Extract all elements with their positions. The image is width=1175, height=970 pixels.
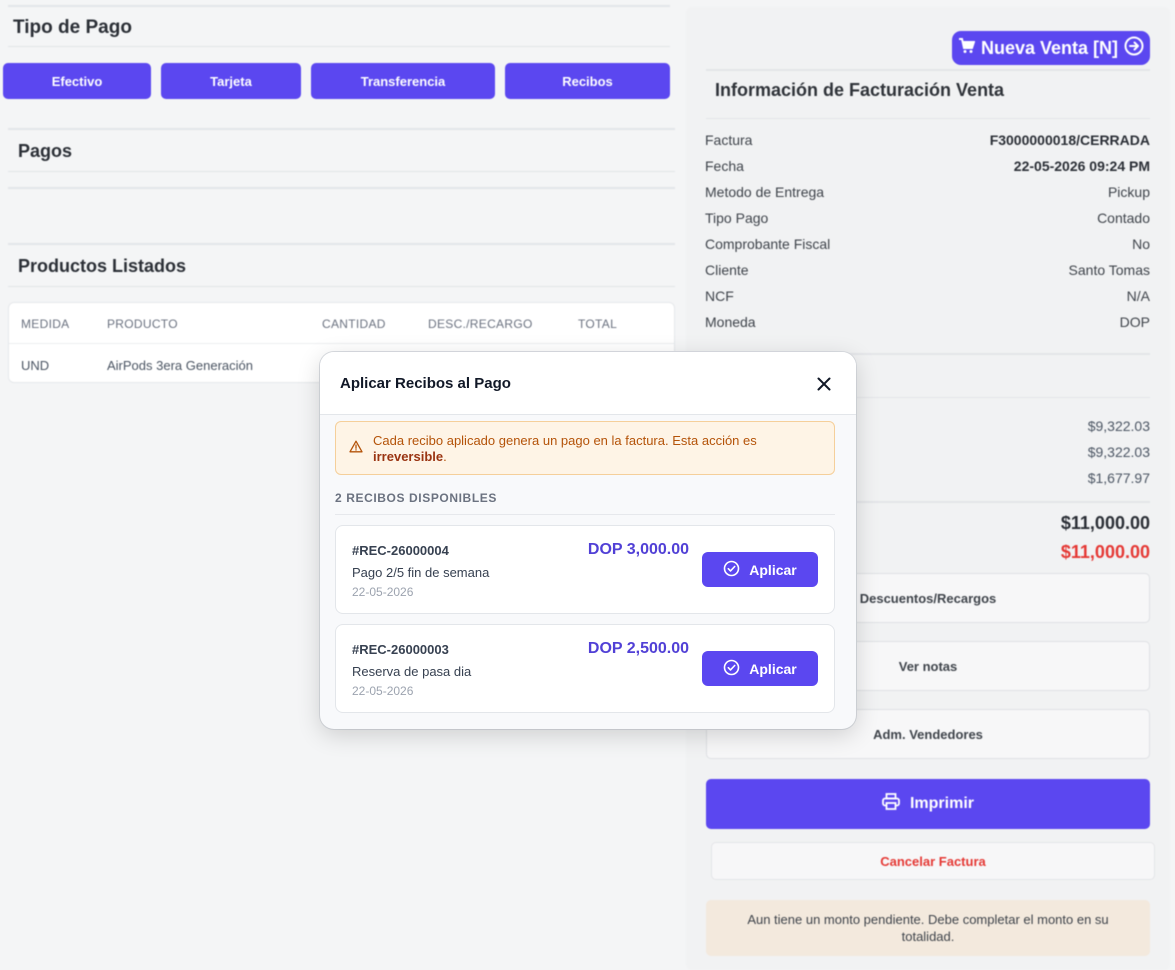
check-circle-icon <box>723 659 740 679</box>
receipt-card: #REC-26000004 Pago 2/5 fin de semana 22-… <box>335 525 835 614</box>
receipt-date: 22-05-2026 <box>352 684 414 698</box>
close-button[interactable] <box>814 374 834 394</box>
apply-receipts-modal: Aplicar Recibos al Pago Cada recibo apli… <box>320 352 856 729</box>
apply-receipt-button[interactable]: Aplicar <box>702 651 818 686</box>
warning-message: Cada recibo aplicado genera un pago en l… <box>373 433 757 448</box>
receipt-date: 22-05-2026 <box>352 585 414 599</box>
modal-title: Aplicar Recibos al Pago <box>340 375 511 392</box>
check-circle-icon <box>723 560 740 580</box>
apply-receipt-button[interactable]: Aplicar <box>702 552 818 587</box>
receipt-description: Pago 2/5 fin de semana <box>352 565 490 580</box>
divider <box>335 514 835 515</box>
warning-end: . <box>443 449 447 464</box>
receipt-description: Reserva de pasa dia <box>352 664 472 679</box>
receipt-number: #REC-26000003 <box>352 642 449 657</box>
apply-label: Aplicar <box>749 660 797 677</box>
warning-triangle-icon <box>349 440 363 458</box>
warning-text: Cada recibo aplicado genera un pago en l… <box>373 433 820 465</box>
modal-header: Aplicar Recibos al Pago <box>320 352 856 415</box>
warning-emphasis: irreversible <box>373 449 444 464</box>
apply-label: Aplicar <box>749 561 797 578</box>
receipts-count: 2 RECIBOS DISPONIBLES <box>335 491 497 505</box>
close-icon <box>814 374 834 394</box>
receipt-amount: DOP 3,000.00 <box>587 541 689 558</box>
receipt-number: #REC-26000004 <box>352 543 449 558</box>
receipt-amount: DOP 2,500.00 <box>587 640 689 657</box>
receipt-card: #REC-26000003 Reserva de pasa dia 22-05-… <box>335 624 835 713</box>
warning-alert: Cada recibo aplicado genera un pago en l… <box>335 421 835 475</box>
